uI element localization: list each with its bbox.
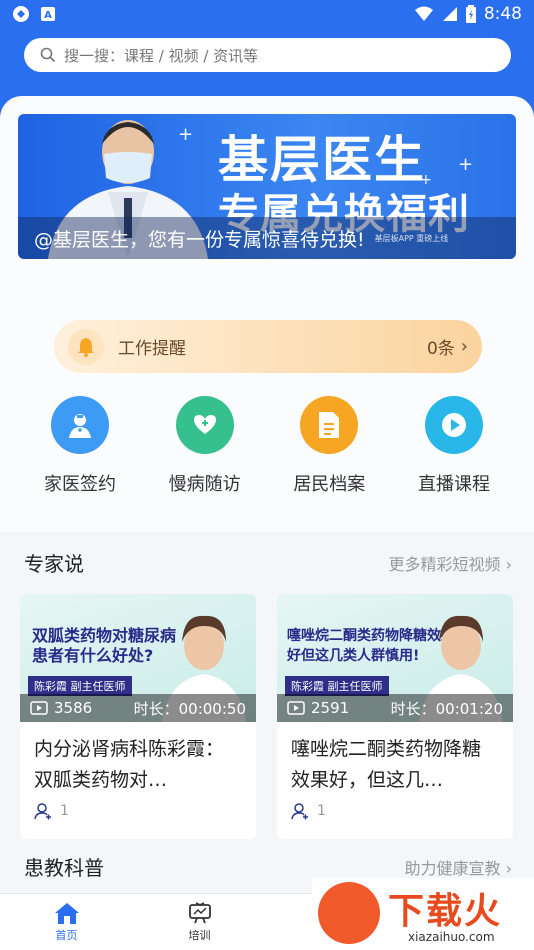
video-title: 内分泌肾病科陈彩霞：双胍类药物对… xyxy=(34,738,225,791)
chevron-right-icon: › xyxy=(460,336,468,357)
sparkle-icon: + xyxy=(458,154,474,175)
education-section-header: 患教科普 助力健康宣教 › xyxy=(24,852,512,881)
banner-caption-text: @基层医生，您有一份专属惊喜待兑换! xyxy=(34,228,365,251)
video-thumbnail: 双胍类药物对糖尿病患者有什么好处? 陈彩霞 副主任医师 3586 时长：00:0… xyxy=(20,594,256,722)
video-duration: 时长：00:01:20 xyxy=(390,699,503,718)
quick-actions: 家医签约 慢病随访 居民档案 直播课程 xyxy=(18,396,516,506)
thumbnail-title: 双胍类药物对糖尿病患者有什么好处? xyxy=(32,626,177,665)
battery-icon xyxy=(465,5,476,23)
signal-icon xyxy=(442,7,457,21)
tab-home[interactable]: 首页 xyxy=(0,894,133,950)
bell-icon xyxy=(68,328,104,365)
reminder-label: 工作提醒 xyxy=(118,339,186,359)
tab-label: 首页 xyxy=(55,929,78,942)
banner-small-text: 基层板APP 重磅上线 xyxy=(374,233,449,243)
doctor-icon xyxy=(51,396,109,454)
like-count: 1 xyxy=(317,803,326,819)
video-icon xyxy=(287,701,305,715)
like-count: 1 xyxy=(60,803,69,819)
view-count: 2591 xyxy=(311,699,350,717)
play-icon xyxy=(424,396,483,454)
tab-training[interactable]: 培训 xyxy=(133,894,266,950)
video-meta: 1 xyxy=(277,796,513,820)
video-thumbnail: 噻唑烷二酮类药物降糖效果好但这几类人群慎用! 陈彩霞 副主任医师 2591 时长… xyxy=(277,594,513,722)
search-bar[interactable]: 搜一搜：课程 / 视频 / 资讯等 xyxy=(24,38,511,72)
search-icon xyxy=(40,47,56,63)
quick-action-label: 居民档案 xyxy=(293,474,366,495)
section-title: 患教科普 xyxy=(24,856,104,880)
user-add-icon xyxy=(291,803,308,820)
section-title: 专家说 xyxy=(24,552,84,576)
doctor-tag: 陈彩霞 副主任医师 xyxy=(285,676,389,696)
video-info-bar: 2591 时长：00:01:20 xyxy=(277,694,513,722)
sparkle-icon: + xyxy=(178,124,194,145)
expert-section-header: 专家说 更多精彩短视频 › xyxy=(24,548,512,577)
live-course-button[interactable]: 直播课程 xyxy=(392,396,516,506)
video-icon xyxy=(30,701,48,715)
video-meta: 1 xyxy=(20,796,256,820)
heart-plus-icon xyxy=(175,396,234,454)
promo-banner[interactable]: + + + 基层医生 专属兑换福利 @基层医生，您有一份专属惊喜待兑换! 基层板… xyxy=(18,114,516,259)
banner-caption: @基层医生，您有一份专属惊喜待兑换! 基层板APP 重磅上线 xyxy=(18,217,516,259)
flame-logo-icon xyxy=(318,882,380,944)
wifi-icon xyxy=(414,6,433,21)
quick-action-label: 家医签约 xyxy=(44,474,116,495)
reminder-count: 0条 xyxy=(426,339,455,359)
home-icon xyxy=(54,903,79,924)
document-icon xyxy=(300,396,359,454)
a-notification-icon: A xyxy=(41,7,55,21)
video-duration: 时长：00:00:50 xyxy=(133,699,246,718)
more-videos-link[interactable]: 更多精彩短视频 › xyxy=(389,551,513,575)
status-bar: A 8:48 xyxy=(0,0,534,28)
more-education-link[interactable]: 助力健康宣教 › xyxy=(405,855,513,879)
family-doctor-sign-button[interactable]: 家医签约 xyxy=(18,396,142,506)
watermark-url: xiazaihuo.com xyxy=(408,930,495,944)
video-card[interactable]: 双胍类药物对糖尿病患者有什么好处? 陈彩霞 副主任医师 3586 时长：00:0… xyxy=(20,594,256,839)
chronic-followup-button[interactable]: 慢病随访 xyxy=(143,396,267,506)
svg-text:A: A xyxy=(44,10,52,21)
view-count: 3586 xyxy=(54,699,93,717)
search-placeholder: 搜一搜：课程 / 视频 / 资讯等 xyxy=(64,46,259,65)
resident-records-button[interactable]: 居民档案 xyxy=(267,396,391,506)
video-title: 噻唑烷二酮类药物降糖效果好，但这几… xyxy=(291,738,482,791)
video-info-bar: 3586 时长：00:00:50 xyxy=(20,694,256,722)
status-time: 8:48 xyxy=(483,4,522,24)
quick-action-label: 直播课程 xyxy=(417,474,490,495)
user-add-icon xyxy=(34,803,51,820)
app-notification-icon xyxy=(13,6,29,22)
tab-label: 培训 xyxy=(188,929,211,942)
work-reminder[interactable]: 工作提醒 0条 › xyxy=(54,320,482,373)
doctor-tag: 陈彩霞 副主任医师 xyxy=(28,676,132,696)
quick-action-label: 慢病随访 xyxy=(168,474,241,495)
watermark: 下载火 xiazaihuo.com xyxy=(312,878,534,950)
video-card[interactable]: 噻唑烷二酮类药物降糖效果好但这几类人群慎用! 陈彩霞 副主任医师 2591 时长… xyxy=(277,594,513,839)
watermark-text: 下载火 xyxy=(388,891,503,932)
training-icon xyxy=(188,902,211,924)
